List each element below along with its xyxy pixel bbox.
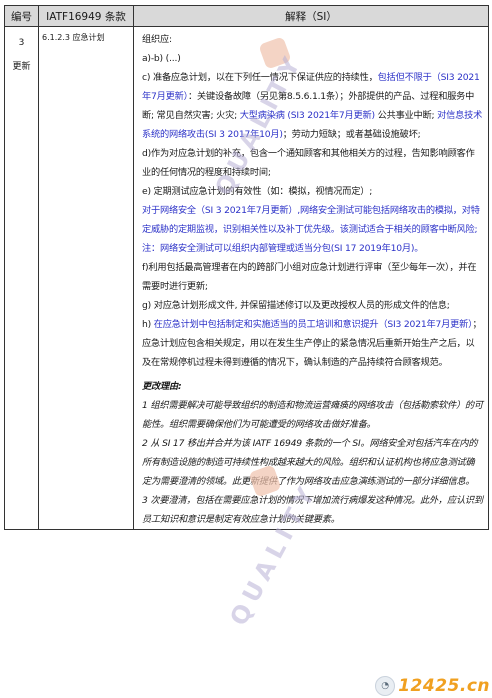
header-row: 编号 IATF16949 条款 解释（SI） [4, 5, 489, 27]
header-clause: IATF16949 条款 [38, 5, 134, 27]
site-badge: ◔ 12425.cn [375, 676, 490, 696]
site-badge-text: 12425.cn [398, 676, 490, 696]
reason-2: 2 从 SI 17 移出并合并为该 IATF 16949 条款的一个 SI。网络… [142, 438, 478, 487]
row-number: 3 [18, 38, 25, 48]
item-d: d)作为对应急计划的补充，包含一个通知顾客和其他相关方的过程，告知影响顾客作业的… [142, 148, 475, 178]
revision-h: 在应急计划中包括制定和实施适当的员工培训和意识提升（SI3 2021年7月更新） [153, 319, 473, 330]
reasons-title: 更改理由: [142, 381, 182, 392]
revision-c2: 大型病染病 (SI3 2021年7月更新) [239, 110, 375, 121]
clause-cell: 6.1.2.3 应急计划 [38, 26, 134, 530]
reason-3: 3 次要澄清，包括在需要应急计划的情况下增加流行病爆发这种情况。此外，应认识到员… [142, 495, 483, 525]
closing-paragraph: 应急计划应包含相关规定，用以在发生生产停止的紧急情况后重新开始生产之后，以及在常… [142, 338, 475, 368]
item-f: f)利用包括最高管理者在内的跨部门小组对应急计划进行评审（至少每年一次），并在需… [142, 262, 477, 292]
item-g: g) 对应急计划形成文件, 并保留描述修订以及更改授权人员的形成文件的信息; [142, 300, 450, 311]
header-number: 编号 [4, 5, 39, 27]
table-row: 3 更新 6.1.2.3 应急计划 组织应: a)-b) (...) c) 准备… [4, 26, 489, 530]
wechat-icon: ◔ [375, 676, 396, 696]
explanation-cell: 组织应: a)-b) (...) c) 准备应急计划，以在下列任一情况下保证供应… [133, 26, 489, 530]
item-e: e) 定期测试应急计划的有效性（如：模拟，视情况而定）; [142, 186, 373, 197]
item-h: h) 在应急计划中包括制定和实施适当的员工培训和意识提升（SI3 2021年7月… [142, 319, 482, 330]
line-org: 组织应: [142, 34, 172, 45]
item-c: c) 准备应急计划，以在下列任一情况下保证供应的持续性，包括但不限于（SI3 2… [142, 72, 483, 140]
line-ab: a)-b) (...) [142, 53, 181, 64]
note-cybersecurity: 注：网络安全测试可以组织内部管理或适当分包(SI 17 2019年10月)。 [142, 243, 424, 254]
row-number-cell: 3 更新 [4, 26, 39, 530]
row-status: 更新 [12, 62, 31, 72]
header-explanation: 解释（SI） [133, 5, 489, 27]
clause-title: 6.1.2.3 应急计划 [42, 33, 105, 42]
item-e-cybersecurity: 对于网络安全（SI 3 2021年7月更新）,网络安全测试可能包括网络攻击的模拟… [142, 205, 480, 235]
document-page: 编号 IATF16949 条款 解释（SI） 3 更新 6.1.2.3 应急计划… [4, 5, 489, 530]
si-table: 编号 IATF16949 条款 解释（SI） 3 更新 6.1.2.3 应急计划… [4, 5, 489, 530]
reason-1: 1 组织需要解决可能导致组织的制造和物流运营瘫痪的网络攻击（包括勒索软件）的可能… [142, 400, 483, 430]
